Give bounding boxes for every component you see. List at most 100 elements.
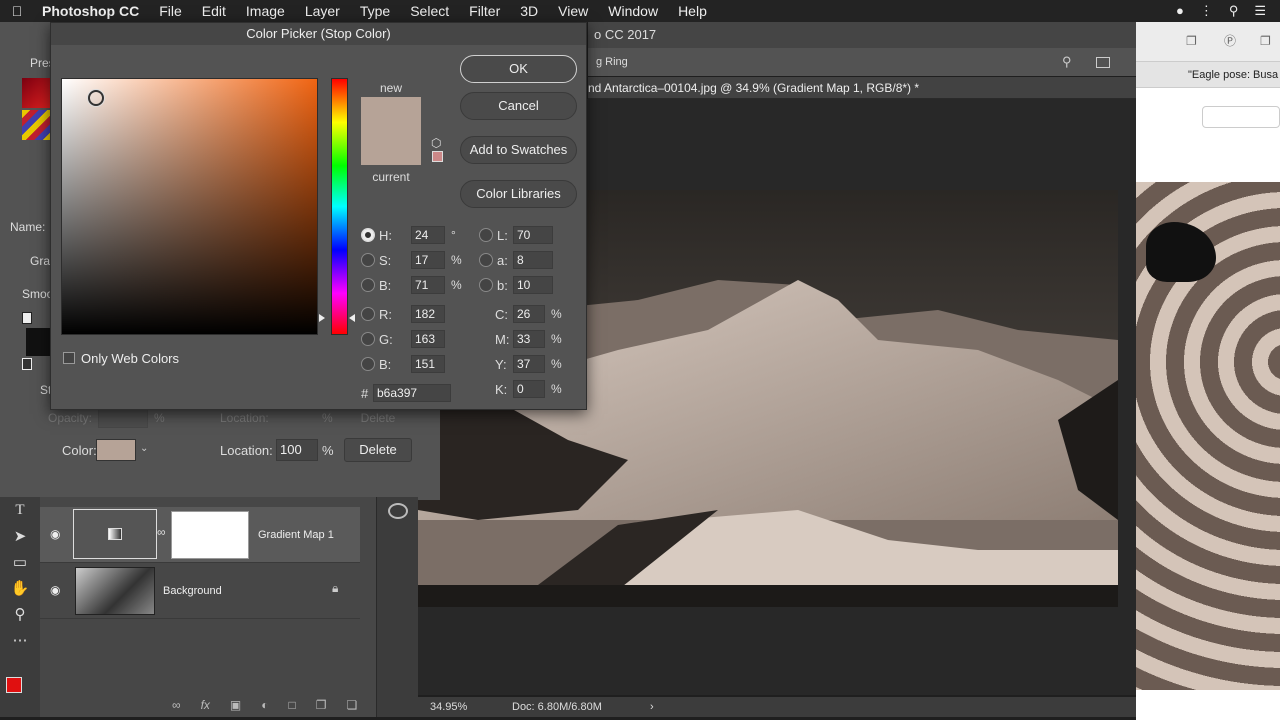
channels-icon[interactable] — [388, 503, 408, 519]
more-tools-icon[interactable]: ⋯ — [0, 627, 40, 653]
gamut-warning-icon[interactable]: ⬡ — [431, 136, 441, 150]
menu-view[interactable]: View — [548, 0, 598, 22]
menu-3d[interactable]: 3D — [510, 0, 548, 22]
path-select-icon[interactable]: ➤ — [0, 523, 40, 549]
hue-slider-arrow-left[interactable] — [319, 314, 325, 322]
current-color-swatch[interactable] — [361, 131, 421, 165]
lab-a-radio[interactable] — [479, 253, 493, 267]
zoom-tool-icon[interactable]: ⚲ — [0, 601, 40, 627]
green-radio[interactable] — [361, 332, 375, 346]
doc-size[interactable]: Doc: 6.80M/6.80M — [512, 697, 602, 717]
black-input[interactable]: 0 — [513, 380, 545, 398]
cyan-input[interactable]: 26 — [513, 305, 545, 323]
preset-swatch-stripes[interactable] — [22, 110, 50, 140]
browser-search[interactable] — [1202, 106, 1280, 128]
zoom-level[interactable]: 34.95% — [430, 697, 467, 717]
mask-thumbnail[interactable] — [171, 511, 249, 559]
menu-type[interactable]: Type — [350, 0, 400, 22]
search-icon[interactable]: ⚲ — [1229, 3, 1239, 19]
layer-name[interactable]: Background — [163, 585, 222, 597]
chevron-right-icon[interactable]: › — [650, 697, 654, 717]
link-icon[interactable]: ∞ — [157, 525, 166, 539]
trash-icon[interactable]: ❏ — [347, 698, 358, 712]
red-radio[interactable] — [361, 307, 375, 321]
opacity-stop-icon[interactable] — [22, 312, 32, 324]
brightness-radio[interactable] — [361, 278, 375, 292]
lab-a-input[interactable]: 8 — [513, 251, 553, 269]
color-stop-icon[interactable] — [22, 358, 32, 370]
gradient-bar[interactable] — [26, 328, 50, 356]
menu-select[interactable]: Select — [400, 0, 459, 22]
foreground-color[interactable] — [6, 677, 22, 693]
menu-image[interactable]: Image — [236, 0, 295, 22]
layer-row-background[interactable]: ◉ Background 🔒︎ — [40, 563, 360, 619]
color-libraries-button[interactable]: Color Libraries — [460, 180, 577, 208]
adjustment-icon[interactable]: ◐ — [261, 698, 268, 712]
background-thumbnail[interactable] — [75, 567, 155, 615]
document-tab[interactable]: nd Antarctica–00104.jpg @ 34.9% (Gradien… — [588, 77, 1136, 99]
blue-radio[interactable] — [361, 357, 375, 371]
hex-input[interactable]: b6a397 — [373, 384, 451, 402]
location-input[interactable]: 100 — [276, 439, 318, 461]
new-layer-icon[interactable]: ❐ — [316, 698, 327, 712]
brightness-input[interactable]: 71 — [411, 276, 445, 294]
more-icon[interactable]: ⋮ — [1200, 3, 1213, 19]
tabs-icon[interactable]: ❐ — [1260, 34, 1271, 48]
preset-swatch-red[interactable] — [22, 78, 50, 108]
link-layers-icon[interactable]: ∞ — [172, 698, 181, 712]
web-safe-swatch[interactable] — [432, 151, 443, 162]
hue-slider-arrow-right[interactable] — [349, 314, 355, 322]
cancel-button[interactable]: Cancel — [460, 92, 577, 120]
ok-button[interactable]: OK — [460, 55, 577, 83]
fx-icon[interactable]: fx — [201, 698, 210, 712]
saturation-input[interactable]: 17 — [411, 251, 445, 269]
menu-filter[interactable]: Filter — [459, 0, 510, 22]
workspace-icon[interactable] — [1096, 57, 1110, 68]
saturation-brightness-field[interactable] — [61, 78, 318, 335]
layer-name[interactable]: Gradient Map 1 — [258, 529, 334, 541]
red-input[interactable]: 182 — [411, 305, 445, 323]
delete-button[interactable]: Delete — [344, 438, 412, 462]
hue-slider[interactable] — [331, 78, 348, 335]
magenta-input[interactable]: 33 — [513, 330, 545, 348]
folder-icon[interactable]: □ — [289, 698, 296, 712]
pinterest-icon[interactable]: Ⓟ — [1224, 32, 1236, 49]
lab-l-input[interactable]: 70 — [513, 226, 553, 244]
list-icon[interactable]: ☰ — [1254, 3, 1266, 19]
lab-b-input[interactable]: 10 — [513, 276, 553, 294]
sidebar-icon[interactable]: ❐ — [1186, 34, 1197, 48]
adjustment-thumbnail[interactable] — [73, 509, 157, 559]
menu-window[interactable]: Window — [598, 0, 668, 22]
chevron-down-icon[interactable]: ⌄ — [140, 443, 148, 454]
type-tool-icon[interactable]: T — [0, 497, 40, 523]
menu-edit[interactable]: Edit — [192, 0, 236, 22]
blue-label: B: — [379, 356, 392, 372]
menu-layer[interactable]: Layer — [295, 0, 350, 22]
yellow-input[interactable]: 37 — [513, 355, 545, 373]
eye-icon[interactable]: ◉ — [50, 583, 60, 597]
lab-l-radio[interactable] — [479, 228, 493, 242]
user-icon[interactable]: ● — [1176, 3, 1184, 19]
stop-color-swatch[interactable] — [96, 439, 136, 461]
app-menu[interactable]: Photoshop CC — [34, 3, 149, 19]
add-to-swatches-button[interactable]: Add to Swatches — [460, 136, 577, 164]
blue-input[interactable]: 151 — [411, 355, 445, 373]
layer-row-gradient-map[interactable]: ◉ ∞ Gradient Map 1 — [40, 507, 360, 563]
color-picker-ring[interactable] — [88, 90, 104, 106]
menu-file[interactable]: File — [149, 0, 192, 22]
lock-icon[interactable]: 🔒︎ — [332, 581, 338, 596]
eye-icon[interactable]: ◉ — [50, 527, 60, 541]
only-web-colors-checkbox[interactable] — [63, 352, 75, 364]
search-icon[interactable]: ⚲ — [1062, 48, 1072, 76]
lab-b-radio[interactable] — [479, 278, 493, 292]
hue-radio[interactable] — [361, 228, 375, 242]
hand-tool-icon[interactable]: ✋ — [0, 575, 40, 601]
mask-icon[interactable]: ▣ — [230, 698, 241, 712]
menu-help[interactable]: Help — [668, 0, 717, 22]
apple-icon[interactable]:  — [0, 3, 34, 19]
browser-tab[interactable]: "Eagle pose: Busa — [1136, 62, 1280, 88]
rectangle-tool-icon[interactable]: ▭ — [0, 549, 40, 575]
saturation-radio[interactable] — [361, 253, 375, 267]
hue-input[interactable]: 24 — [411, 226, 445, 244]
green-input[interactable]: 163 — [411, 330, 445, 348]
